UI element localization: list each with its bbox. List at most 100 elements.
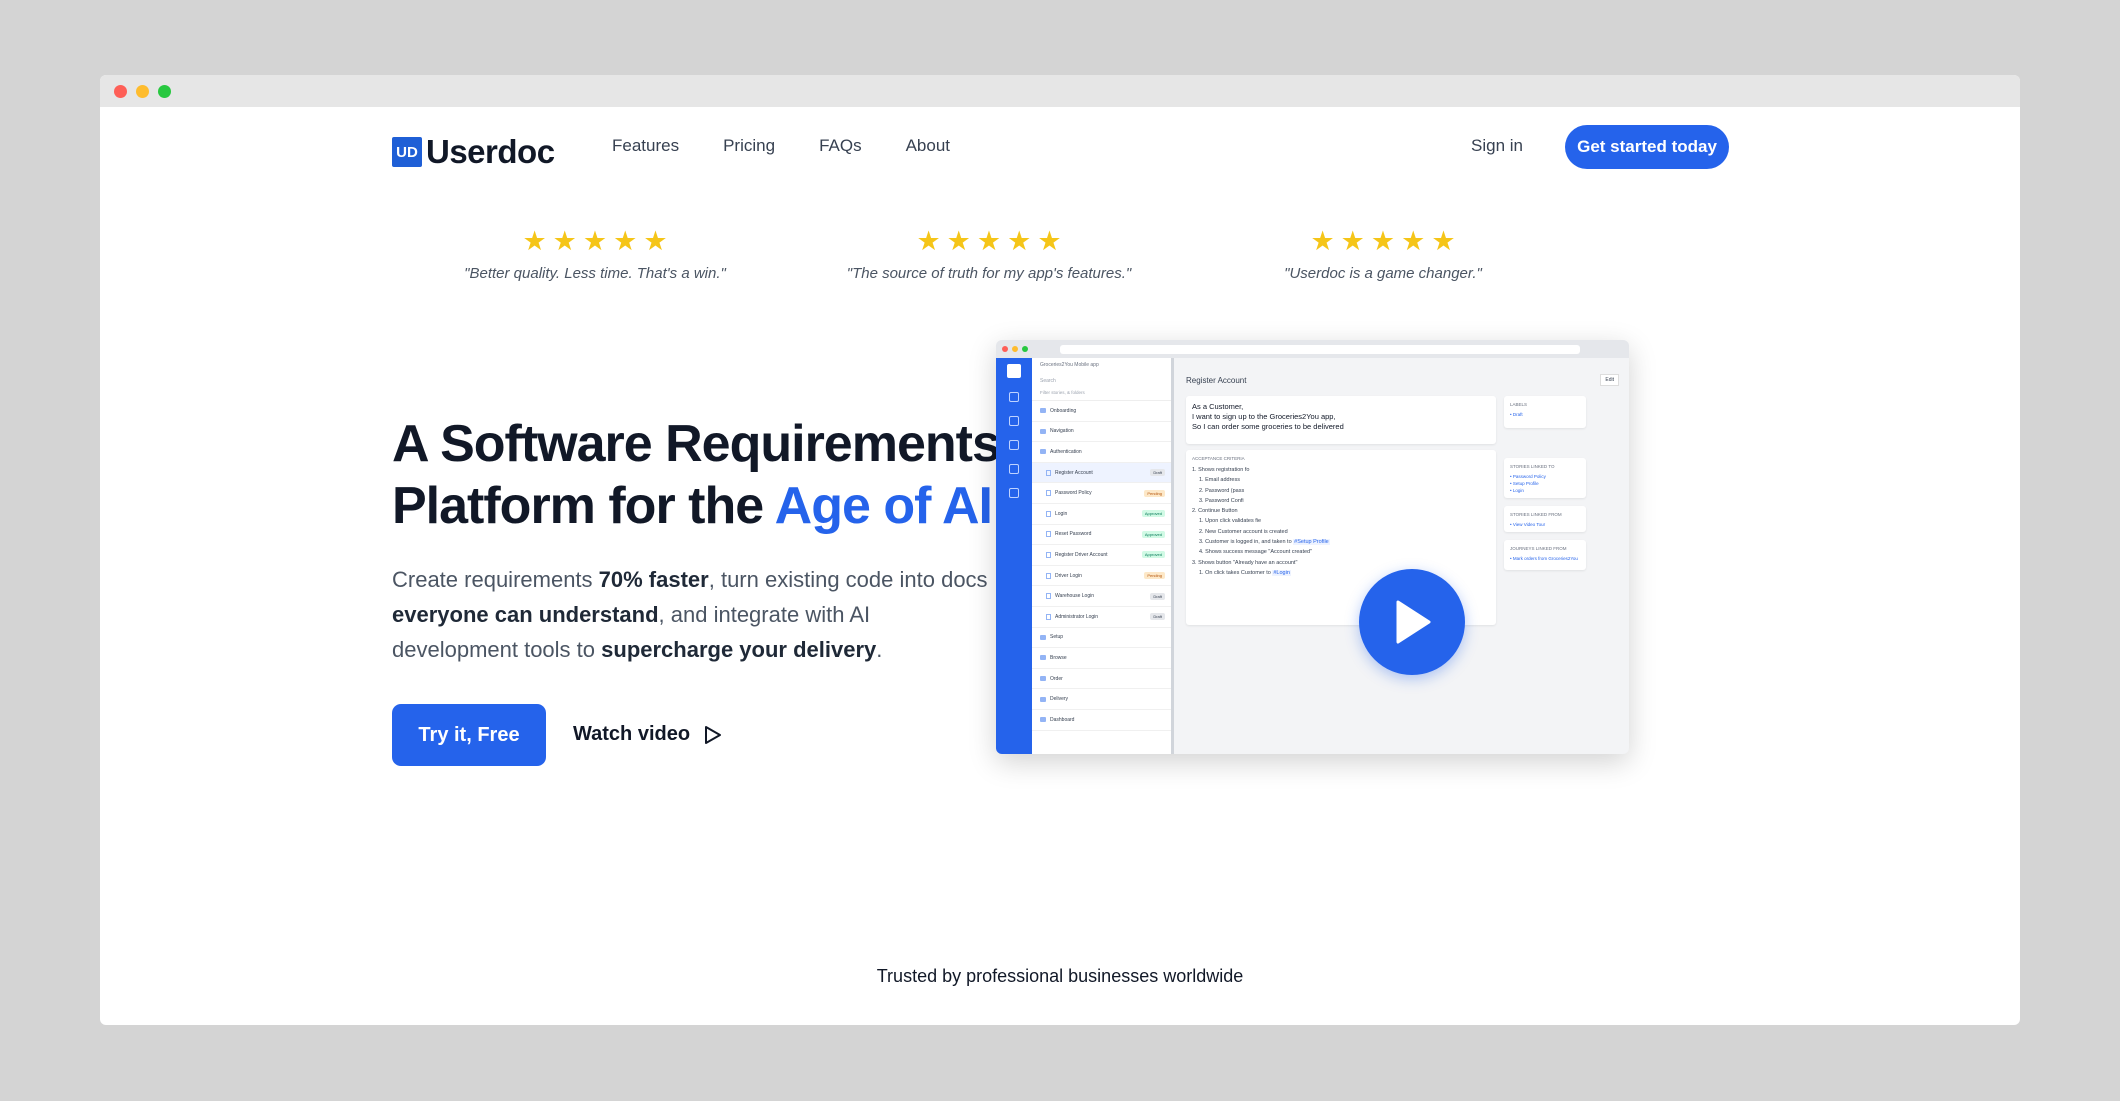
preview-side-card: STORIES LINKED FROM • View Video Tour bbox=[1504, 506, 1586, 532]
logo-text: Userdoc bbox=[426, 133, 555, 170]
tree-row-label: Driver Login bbox=[1055, 572, 1082, 579]
tree-row-label: Password Policy bbox=[1055, 490, 1092, 497]
criteria-item: 4. Shows success message "Account create… bbox=[1199, 549, 1313, 556]
star-icon: ★ bbox=[916, 226, 941, 256]
watch-video-button[interactable]: Watch video bbox=[573, 723, 722, 746]
tree-story-row: Register Driver Account Approved bbox=[1032, 545, 1171, 566]
preview-tree-rows: Onboarding Navigation Authentication Regist… bbox=[1032, 401, 1171, 731]
star-rating: ★ ★ ★ ★ ★ bbox=[809, 227, 1169, 255]
play-icon bbox=[1396, 600, 1431, 644]
tree-row-label: Warehouse Login bbox=[1055, 593, 1095, 600]
preview-side-card: LABELS • Draft bbox=[1504, 396, 1586, 428]
app-preview[interactable]: Groceries2You Mobile app Search Filter s… bbox=[996, 340, 1629, 754]
star-icon: ★ bbox=[1431, 226, 1456, 256]
star-icon: ★ bbox=[613, 226, 638, 256]
criteria-item: 2. Continue Button bbox=[1192, 508, 1238, 515]
hero-headline: A Software Requirements Platform for the… bbox=[392, 413, 1032, 537]
nav-link-features[interactable]: Features bbox=[612, 136, 679, 156]
maximize-window-button[interactable] bbox=[158, 84, 171, 98]
status-badge: Pending bbox=[1144, 489, 1165, 497]
preview-browser-bar bbox=[996, 340, 1629, 358]
tree-row-label: Register Driver Account bbox=[1055, 551, 1108, 558]
preview-story-tree: Groceries2You Mobile app Search Filter s… bbox=[1032, 358, 1174, 754]
tree-row-label: Navigation bbox=[1050, 428, 1074, 435]
logo-mark: UD bbox=[392, 137, 422, 167]
story-link: #Setup Profile bbox=[1293, 539, 1330, 546]
criteria-item: 3. Customer is logged in, and taken to #… bbox=[1199, 539, 1330, 546]
status-badge: Approved bbox=[1141, 510, 1165, 518]
settings-icon bbox=[1009, 464, 1019, 474]
side-card-link: • Mark orders from Groceries2You bbox=[1510, 556, 1578, 561]
tree-folder-row: Authentication bbox=[1032, 442, 1171, 463]
story-link: #Login bbox=[1272, 569, 1291, 576]
criteria-item: 2. Password (pass bbox=[1199, 487, 1245, 494]
story-icon bbox=[1046, 593, 1051, 600]
try-free-button[interactable]: Try it, Free bbox=[392, 704, 546, 766]
nav-link-pricing[interactable]: Pricing bbox=[723, 136, 775, 156]
preview-story-card: As a Customer, I want to sign up to the G… bbox=[1186, 396, 1496, 444]
preview-sidebar bbox=[996, 358, 1032, 754]
logo[interactable]: UD Userdoc bbox=[392, 133, 555, 171]
subtext-part: , turn existing code into docs bbox=[708, 567, 988, 592]
tree-row-label: Administrator Login bbox=[1055, 613, 1099, 620]
preview-project-name: Groceries2You Mobile app bbox=[1040, 362, 1099, 368]
folder-icon bbox=[1040, 634, 1046, 640]
criteria-item: 1. On click takes Customer to #Login bbox=[1199, 569, 1291, 576]
play-outline-icon bbox=[705, 725, 722, 744]
star-icon: ★ bbox=[1310, 226, 1335, 256]
story-icon bbox=[1046, 572, 1051, 579]
review-quote: "Better quality. Less time. That's a win… bbox=[464, 265, 726, 282]
star-icon: ★ bbox=[1037, 226, 1062, 256]
tree-row-label: Login bbox=[1055, 510, 1068, 517]
folder-icon bbox=[1040, 408, 1046, 414]
folder-icon bbox=[1040, 717, 1046, 723]
star-rating: ★ ★ ★ ★ ★ bbox=[1203, 227, 1563, 255]
tree-row-label: Register Account bbox=[1055, 469, 1093, 476]
get-started-button[interactable]: Get started today bbox=[1565, 125, 1729, 169]
tree-row-label: Reset Password bbox=[1055, 531, 1092, 538]
preview-dot bbox=[1012, 346, 1018, 352]
story-icon bbox=[1046, 469, 1051, 476]
preview-search: Search bbox=[1040, 378, 1056, 384]
criteria-item: 2. New Customer account is created bbox=[1199, 528, 1288, 535]
status-badge: Pending bbox=[1144, 572, 1165, 580]
tree-row-label: Authentication bbox=[1050, 448, 1082, 455]
tree-row-label: Browse bbox=[1050, 654, 1067, 661]
preview-side-card: STORIES LINKED TO • Password Policy • Setu… bbox=[1504, 458, 1586, 498]
tree-story-row: Administrator Login Draft bbox=[1032, 607, 1171, 628]
preview-main: Register Account Edit As a Customer, I wa… bbox=[1176, 358, 1629, 754]
subtext-part: . bbox=[876, 637, 883, 662]
tree-row-label: Onboarding bbox=[1050, 407, 1077, 414]
story-icon bbox=[1046, 531, 1051, 538]
headline-accent: Age of AI bbox=[774, 477, 993, 535]
side-card-link: • Login bbox=[1510, 488, 1524, 493]
close-window-button[interactable] bbox=[114, 84, 127, 98]
nav-links: Features Pricing FAQs About bbox=[612, 136, 950, 156]
preview-logo-icon bbox=[1007, 364, 1021, 378]
preview-dot bbox=[1002, 346, 1008, 352]
story-icon bbox=[1046, 551, 1051, 558]
subtext-part: Create requirements bbox=[392, 567, 599, 592]
preview-edit-button: Edit bbox=[1600, 374, 1619, 386]
star-rating: ★ ★ ★ ★ ★ bbox=[415, 227, 775, 255]
side-card-link: • Draft bbox=[1510, 412, 1523, 417]
status-badge: Approved bbox=[1141, 530, 1165, 538]
side-card-title: STORIES LINKED TO bbox=[1510, 464, 1555, 469]
preview-side-card: JOURNEYS LINKED FROM • Mark orders from G… bbox=[1504, 540, 1586, 570]
star-icon: ★ bbox=[946, 226, 971, 256]
nav-link-about[interactable]: About bbox=[906, 136, 950, 156]
status-badge: Approved bbox=[1141, 551, 1165, 559]
nav-link-faqs[interactable]: FAQs bbox=[819, 136, 862, 156]
star-icon: ★ bbox=[1370, 226, 1396, 256]
criteria-item: 3. Shows button "Already have an account… bbox=[1192, 559, 1298, 566]
trusted-by-text: Trusted by professional businesses world… bbox=[876, 966, 1244, 986]
star-icon: ★ bbox=[1340, 226, 1365, 256]
play-video-button[interactable] bbox=[1359, 569, 1465, 675]
minimize-window-button[interactable] bbox=[136, 84, 149, 98]
story-line: As a Customer, bbox=[1192, 402, 1244, 411]
subtext-bold: supercharge your delivery bbox=[601, 637, 877, 662]
sign-in-link[interactable]: Sign in bbox=[1471, 136, 1523, 156]
preview-filter: Filter stories, & folders bbox=[1032, 388, 1171, 401]
knowledge-base-icon bbox=[1009, 488, 1019, 498]
status-badge: Draft bbox=[1150, 469, 1165, 477]
